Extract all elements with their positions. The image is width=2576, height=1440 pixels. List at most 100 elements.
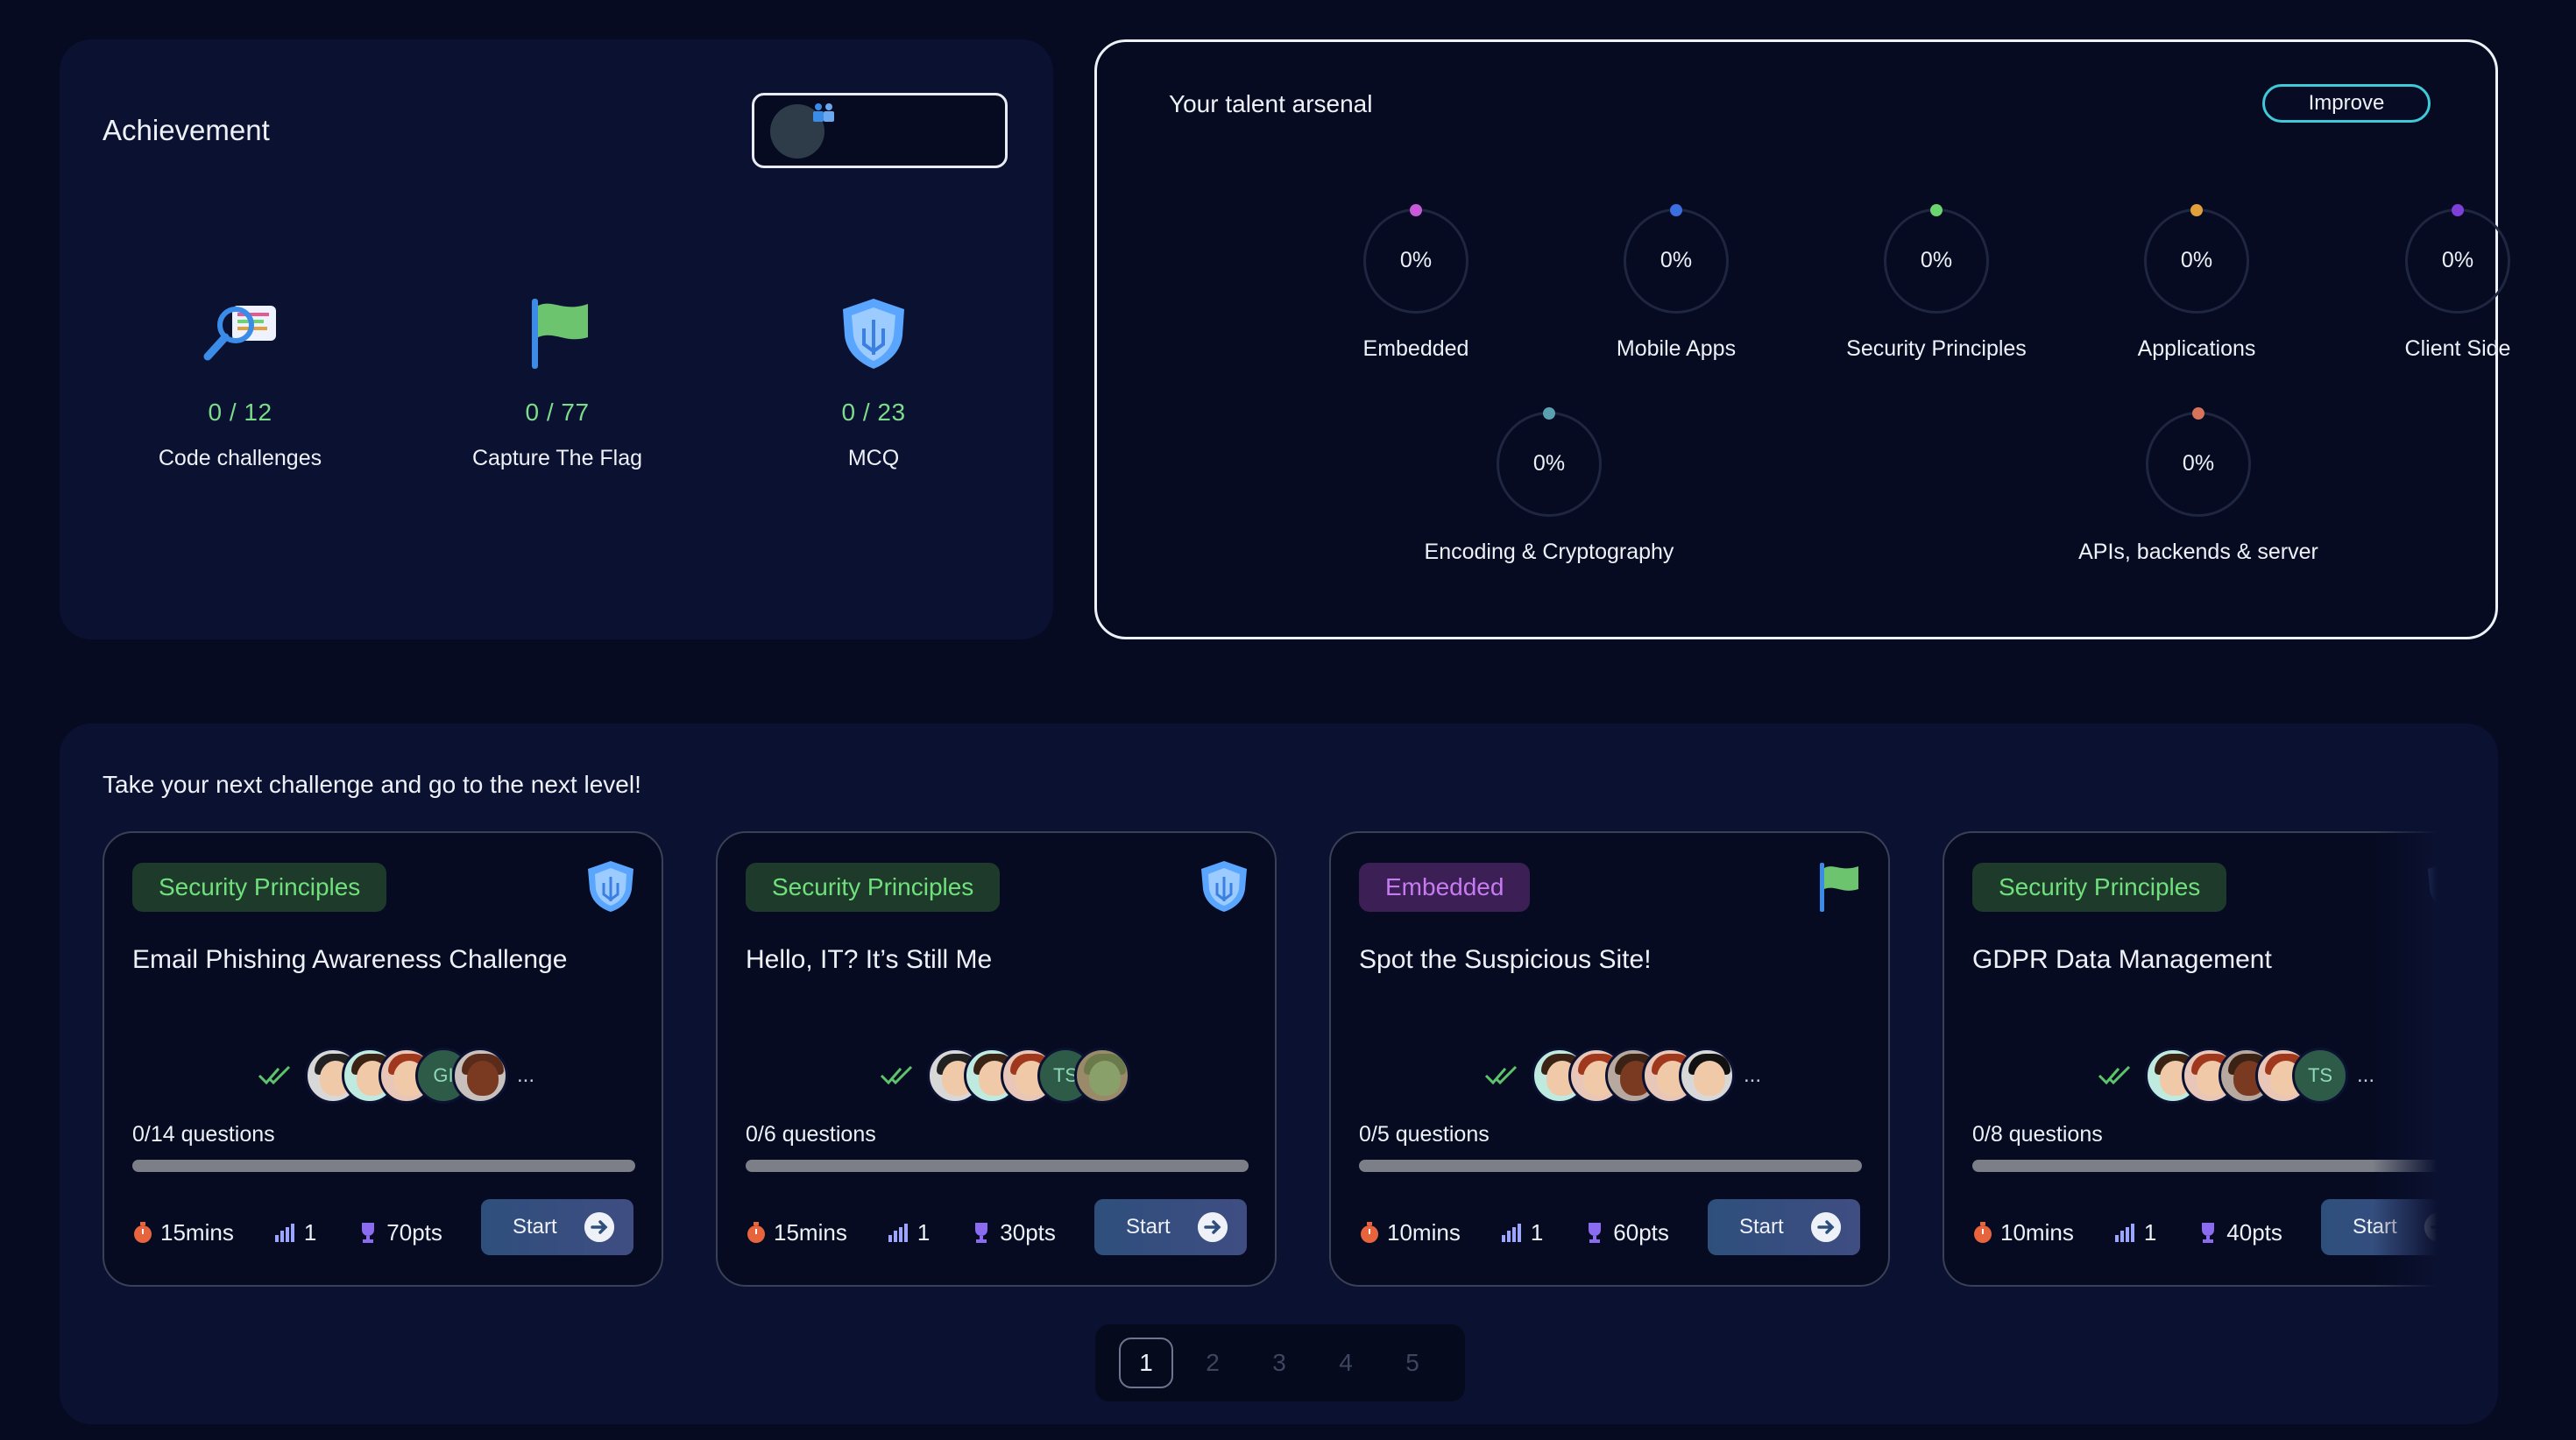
question-progress-text: 0/5 questions xyxy=(1359,1122,1490,1147)
skill-percent: 0% xyxy=(2441,248,2474,272)
level-text: 1 xyxy=(916,1218,931,1246)
arrow-right-icon xyxy=(584,1212,614,1242)
skill-applications: 0% Applications xyxy=(2056,204,2337,362)
skill-percent: 0% xyxy=(1532,451,1566,476)
start-label: Start xyxy=(513,1215,557,1239)
shield-icon xyxy=(588,861,633,912)
challenge-card[interactable]: Security Principles Email Phishing Aware… xyxy=(103,831,663,1287)
challenge-stats: 15mins 1 70pts xyxy=(132,1215,483,1250)
page-1-button[interactable]: 1 xyxy=(1119,1338,1173,1388)
duration: 10mins xyxy=(1359,1219,1461,1246)
challenge-stats: 10mins 1 40pts xyxy=(1972,1215,2323,1250)
avatar xyxy=(1679,1048,1735,1104)
skill-dot xyxy=(1930,204,1943,216)
duration: 15mins xyxy=(746,1219,847,1246)
challenge-title: Email Phishing Awareness Challenge xyxy=(132,945,568,974)
achievement-code-challenges: 0 / 12 Code challenges xyxy=(109,293,372,471)
team-toggle[interactable] xyxy=(752,93,1008,168)
participants: TS xyxy=(880,1047,1130,1105)
stopwatch-icon xyxy=(134,1222,152,1243)
skill-progress-ring: 0% xyxy=(1884,204,1989,314)
skill-embedded: 0% Embedded xyxy=(1276,204,1556,362)
question-progress-text: 0/8 questions xyxy=(1972,1122,2103,1147)
start-button[interactable]: Start xyxy=(481,1199,633,1255)
shield-icon xyxy=(1201,861,1247,912)
level: 1 xyxy=(274,1219,316,1246)
flag-icon xyxy=(1820,863,1858,912)
challenge-stats: 15mins 1 30pts xyxy=(746,1215,1096,1250)
skill-client-side: 0% Client Side xyxy=(2318,204,2576,362)
level-bars-icon xyxy=(1501,1224,1521,1242)
achievement-count: 0 / 12 xyxy=(208,399,272,426)
pagination: 1 2 3 4 5 xyxy=(1095,1324,1465,1401)
challenge-card[interactable]: Security Principles Hello, IT? It’s Stil… xyxy=(716,831,1277,1287)
points-text: 60pts xyxy=(1613,1218,1669,1246)
duration-text: 10mins xyxy=(2000,1218,2074,1246)
level-text: 1 xyxy=(2143,1218,2157,1246)
start-label: Start xyxy=(1126,1215,1171,1239)
start-label: Start xyxy=(1739,1215,1784,1239)
skill-name: Mobile Apps xyxy=(1616,336,1737,361)
challenge-card[interactable]: Embedded Spot the Suspicious Site! ... 0… xyxy=(1329,831,1890,1287)
challenge-stats: 10mins 1 60pts xyxy=(1359,1215,1709,1250)
skill-percent: 0% xyxy=(2180,248,2213,272)
skill-name: Encoding & Cryptography xyxy=(1424,540,1674,564)
level-bars-icon xyxy=(274,1224,294,1242)
skill-name: Client Side xyxy=(2404,336,2511,361)
skill-dot xyxy=(1670,204,1682,216)
skill-dot xyxy=(2190,204,2203,216)
points: 70pts xyxy=(357,1219,442,1246)
start-button[interactable]: Start xyxy=(1708,1199,1860,1255)
stopwatch-icon xyxy=(747,1222,765,1243)
achievement-panel: Achievement 0 / 12 Code challenges 0 / 7… xyxy=(60,39,1053,639)
skill-dot xyxy=(1410,204,1422,216)
achievement-mcq: 0 / 23 MCQ xyxy=(742,293,1005,471)
points: 30pts xyxy=(970,1219,1056,1246)
trophy-icon xyxy=(1589,1223,1602,1243)
skill-progress-ring: 0% xyxy=(1363,204,1468,314)
skill-name: Embedded xyxy=(1362,336,1469,361)
avatar xyxy=(1074,1048,1130,1104)
category-tag: Embedded xyxy=(1359,863,1531,912)
skill-percent: 0% xyxy=(1660,248,1693,272)
skill-progress-ring: 0% xyxy=(2144,204,2249,314)
page-4-button[interactable]: 4 xyxy=(1319,1338,1373,1388)
carousel-fade xyxy=(2373,724,2459,1424)
points: 60pts xyxy=(1583,1219,1669,1246)
skill-apis-backends-server: 0% APIs, backends & server xyxy=(2058,407,2339,565)
more-participants: ... xyxy=(1744,1063,1762,1087)
points-text: 30pts xyxy=(1000,1218,1056,1246)
level-text: 1 xyxy=(303,1218,317,1246)
talent-title: Your talent arsenal xyxy=(1169,90,1373,117)
question-progress-bar xyxy=(746,1160,1249,1172)
avatar-initials: TS xyxy=(2292,1048,2348,1104)
start-button[interactable]: Start xyxy=(1094,1199,1247,1255)
skill-name: APIs, backends & server xyxy=(2078,540,2318,564)
improve-button[interactable]: Improve xyxy=(2262,84,2431,123)
stopwatch-icon xyxy=(1974,1222,1992,1243)
more-participants: ... xyxy=(2357,1063,2375,1087)
skill-progress-ring: 0% xyxy=(1624,204,1729,314)
skill-progress-ring: 0% xyxy=(1497,407,1602,517)
page-3-button[interactable]: 3 xyxy=(1252,1338,1306,1388)
skill-percent: 0% xyxy=(2182,451,2215,476)
trophy-icon xyxy=(362,1223,375,1243)
skill-percent: 0% xyxy=(1920,248,1953,272)
stopwatch-icon xyxy=(1361,1222,1378,1243)
achievement-title: Achievement xyxy=(103,114,270,146)
level-bars-icon xyxy=(2114,1224,2134,1242)
achievement-label: MCQ xyxy=(847,446,900,470)
talent-arsenal-panel: Your talent arsenal Improve 0% Embedded … xyxy=(1094,39,2510,639)
level: 1 xyxy=(888,1219,930,1246)
category-tag: Security Principles xyxy=(132,863,387,912)
arrow-right-icon xyxy=(1811,1212,1841,1242)
page-5-button[interactable]: 5 xyxy=(1385,1338,1440,1388)
magnifier-icon xyxy=(203,306,276,361)
participants: ... xyxy=(1484,1047,1761,1105)
page-2-button[interactable]: 2 xyxy=(1185,1338,1240,1388)
challenge-carousel[interactable]: Security Principles Email Phishing Aware… xyxy=(60,724,2459,1424)
arrow-right-icon xyxy=(1198,1212,1228,1242)
achievement-capture-the-flag: 0 / 77 Capture The Flag xyxy=(426,293,689,471)
shield-icon xyxy=(843,299,904,369)
team-icon xyxy=(813,103,834,122)
